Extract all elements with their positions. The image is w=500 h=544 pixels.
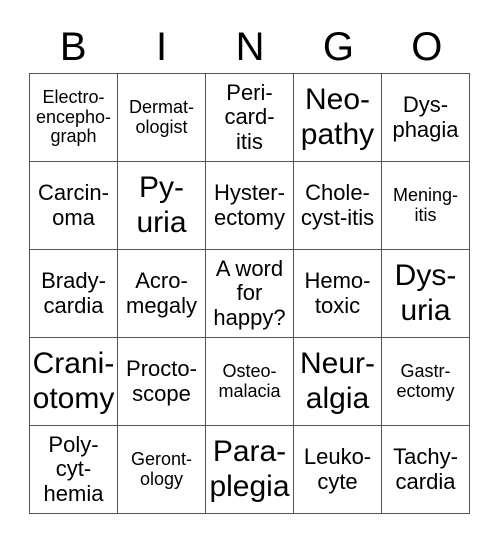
- bingo-cell[interactable]: Crani- otomy: [30, 338, 118, 426]
- header-letter-g: G: [322, 25, 354, 69]
- bingo-cell[interactable]: Tachy- cardia: [382, 426, 470, 514]
- bingo-cell[interactable]: Neo- pathy: [294, 74, 382, 162]
- bingo-cell[interactable]: Py- uria: [118, 162, 206, 250]
- bingo-cell[interactable]: Hemo- toxic: [294, 250, 382, 338]
- bingo-cell[interactable]: Geront- ology: [118, 426, 206, 514]
- bingo-cell[interactable]: Procto- scope: [118, 338, 206, 426]
- bingo-cell[interactable]: Electro- encepho- graph: [30, 74, 118, 162]
- bingo-cell[interactable]: Para- plegia: [206, 426, 294, 514]
- bingo-cell[interactable]: Brady- cardia: [30, 250, 118, 338]
- header-letter-i: I: [156, 25, 168, 69]
- bingo-cell[interactable]: Dys- phagia: [382, 74, 470, 162]
- bingo-header: B I N G O: [29, 22, 471, 72]
- header-letter-o: O: [411, 25, 443, 69]
- header-letter-n: N: [235, 25, 265, 69]
- bingo-cell[interactable]: Chole- cyst-itis: [294, 162, 382, 250]
- bingo-cell[interactable]: Dermat- ologist: [118, 74, 206, 162]
- bingo-grid: Electro- encepho- graph Dermat- ologist Pe…: [29, 73, 470, 514]
- bingo-cell[interactable]: Leuko- cyte: [294, 426, 382, 514]
- bingo-cell[interactable]: Dys- uria: [382, 250, 470, 338]
- bingo-cell[interactable]: A word for happy?: [206, 250, 294, 338]
- bingo-cell[interactable]: Peri- card- itis: [206, 74, 294, 162]
- bingo-cell[interactable]: Acro- megaly: [118, 250, 206, 338]
- bingo-cell[interactable]: Poly- cyt- hemia: [30, 426, 118, 514]
- bingo-cell[interactable]: Osteo- malacia: [206, 338, 294, 426]
- header-letter-b: B: [59, 25, 87, 69]
- bingo-cell[interactable]: Mening- itis: [382, 162, 470, 250]
- bingo-cell[interactable]: Carcin- oma: [30, 162, 118, 250]
- bingo-cell[interactable]: Neur- algia: [294, 338, 382, 426]
- bingo-cell[interactable]: Gastr- ectomy: [382, 338, 470, 426]
- bingo-cell[interactable]: Hyster- ectomy: [206, 162, 294, 250]
